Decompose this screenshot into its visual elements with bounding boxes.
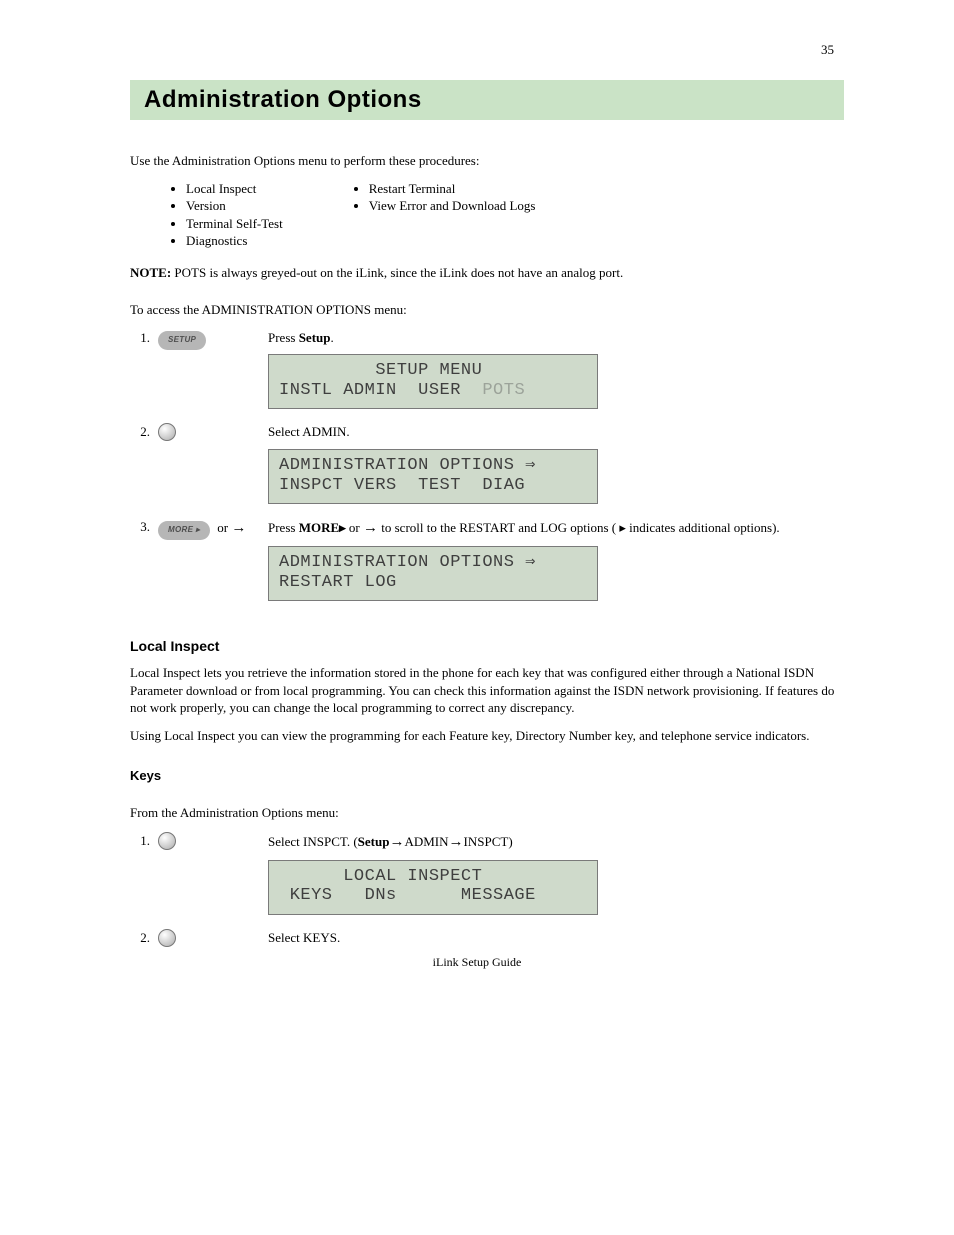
- step-action: [154, 923, 264, 958]
- page-number: 35: [821, 42, 834, 58]
- lcd-line: INSTL ADMIN USER: [279, 381, 482, 400]
- text: Select ADMIN.: [268, 423, 840, 441]
- lcd-line: ADMINISTRATION OPTIONS ⇒: [279, 456, 536, 475]
- step-number: 1.: [130, 826, 154, 923]
- text: or: [346, 520, 363, 535]
- note: NOTE: POTS is always greyed-out on the i…: [130, 264, 844, 282]
- local-inspect-p2: Using Local Inspect you can view the pro…: [130, 727, 844, 745]
- page-title: Administration Options: [144, 86, 830, 114]
- bullets-right: Restart Terminal View Error and Download…: [353, 180, 536, 250]
- text: Select INSPCT. (: [268, 834, 358, 849]
- lcd-line-grey: POTS: [482, 381, 525, 400]
- text: .: [331, 330, 334, 345]
- lcd-line: ADMINISTRATION OPTIONS ⇒: [279, 553, 536, 572]
- bullet-item: Terminal Self-Test: [186, 215, 283, 233]
- softkey-icon: [158, 423, 176, 441]
- note-label: NOTE:: [130, 265, 171, 280]
- more-button-icon: MORE ▸: [158, 521, 210, 540]
- arrow-right-icon: →: [231, 518, 246, 538]
- page-footer: iLink Setup Guide: [0, 955, 954, 970]
- lcd-line: SETUP MENU: [279, 361, 482, 380]
- bullet-item: Version: [186, 197, 283, 215]
- arrow-right-icon: →: [389, 832, 404, 852]
- lcd-line: LOCAL INSPECT: [279, 867, 482, 886]
- lcd-line: RESTART LOG: [279, 573, 397, 592]
- setup-button-icon: SETUP: [158, 331, 206, 350]
- bullets: Local Inspect Version Terminal Self-Test…: [170, 180, 844, 250]
- step-row: 2. Select KEYS.: [130, 923, 844, 958]
- lcd-line: KEYS DNs MESSAGE: [279, 886, 536, 905]
- step-number: 2.: [130, 923, 154, 958]
- page: 35 Administration Options Use the Admini…: [0, 0, 954, 998]
- intro-text: Use the Administration Options menu to p…: [130, 152, 844, 170]
- text: INSPCT): [464, 834, 513, 849]
- text: Press: [268, 330, 299, 345]
- step-row: 1. Select INSPCT. (Setup→ADMIN→INSPCT) L…: [130, 826, 844, 923]
- lcd-screen: ADMINISTRATION OPTIONS ⇒ INSPCT VERS TES…: [268, 449, 598, 504]
- step-row: 2. Select ADMIN. ADMINISTRATION OPTIONS …: [130, 417, 844, 512]
- note-text: POTS is always greyed-out on the iLink, …: [174, 265, 623, 280]
- step-desc: Select KEYS.: [264, 923, 844, 958]
- step-action: MORE ▸ or →: [154, 512, 264, 609]
- softkey-icon: [158, 832, 176, 850]
- softkey-icon: [158, 929, 176, 947]
- lcd-screen: ADMINISTRATION OPTIONS ⇒ RESTART LOG: [268, 546, 598, 601]
- bullet-item: Local Inspect: [186, 180, 283, 198]
- bullet-item: Restart Terminal: [369, 180, 536, 198]
- access-steps: 1. SETUP Press Setup. SETUP MENU INSTL A…: [130, 323, 844, 610]
- text: ADMIN: [404, 834, 448, 849]
- text: to scroll to the RESTART and LOG options…: [378, 520, 619, 535]
- step-desc: Press Setup. SETUP MENU INSTL ADMIN USER…: [264, 323, 844, 418]
- local-inspect-heading: Local Inspect: [130, 637, 844, 656]
- arrow-right-icon: →: [363, 518, 378, 538]
- lcd-screen: SETUP MENU INSTL ADMIN USER POTS: [268, 354, 598, 409]
- step-desc: Select ADMIN. ADMINISTRATION OPTIONS ⇒ I…: [264, 417, 844, 512]
- title-bar: Administration Options: [130, 80, 844, 120]
- step-desc: Select INSPCT. (Setup→ADMIN→INSPCT) LOCA…: [264, 826, 844, 923]
- keys-heading: Keys: [130, 767, 844, 785]
- lcd-screen: LOCAL INSPECT KEYS DNs MESSAGE: [268, 860, 598, 915]
- step-row: 3. MORE ▸ or → Press MORE▸ or → to scrol…: [130, 512, 844, 609]
- bullet-item: Diagnostics: [186, 232, 283, 250]
- text: Press: [268, 520, 299, 535]
- keys-steps: 1. Select INSPCT. (Setup→ADMIN→INSPCT) L…: [130, 826, 844, 958]
- step-number: 2.: [130, 417, 154, 512]
- step-action: [154, 826, 264, 923]
- step-number: 3.: [130, 512, 154, 609]
- arrow-right-icon: →: [449, 832, 464, 852]
- step-row: 1. SETUP Press Setup. SETUP MENU INSTL A…: [130, 323, 844, 418]
- step-action: SETUP: [154, 323, 264, 418]
- lcd-line: INSPCT VERS TEST DIAG: [279, 476, 525, 495]
- step-number: 1.: [130, 323, 154, 418]
- bullets-left: Local Inspect Version Terminal Self-Test…: [170, 180, 283, 250]
- text: indicates additional options).: [626, 520, 780, 535]
- local-inspect-p1: Local Inspect lets you retrieve the info…: [130, 664, 844, 717]
- bullet-item: View Error and Download Logs: [369, 197, 536, 215]
- keys-lead: From the Administration Options menu:: [130, 804, 844, 822]
- step-action: [154, 417, 264, 512]
- text: or: [217, 520, 228, 535]
- step-desc: Press MORE▸ or → to scroll to the RESTAR…: [264, 512, 844, 609]
- access-lead: To access the ADMINISTRATION OPTIONS men…: [130, 301, 844, 319]
- body: Use the Administration Options menu to p…: [130, 152, 844, 958]
